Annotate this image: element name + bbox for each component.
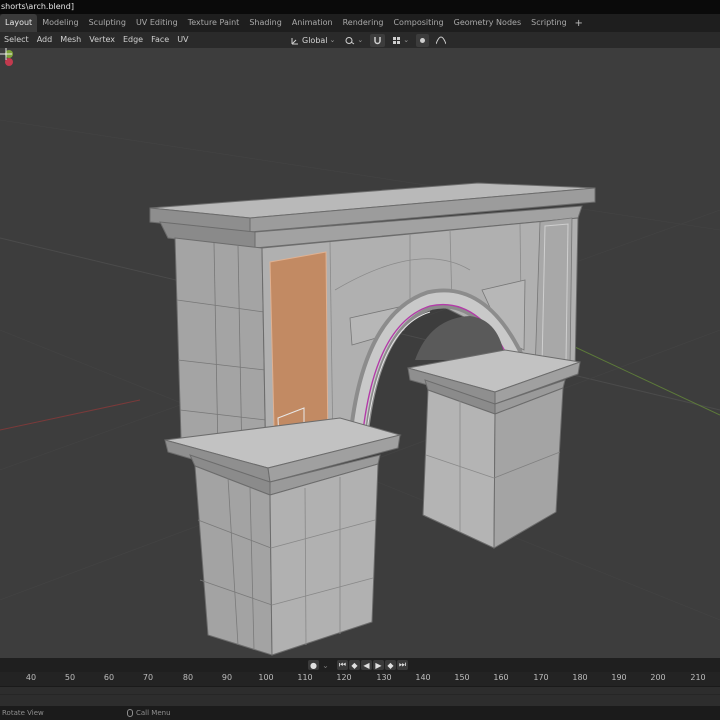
window-title: shorts\arch.blend] bbox=[0, 0, 720, 14]
snap-target-dropdown[interactable]: ⌄ bbox=[389, 34, 412, 47]
record-icon: ● bbox=[310, 660, 317, 670]
chevron-down-icon: ⌄ bbox=[329, 35, 336, 44]
frame-tick: 80 bbox=[182, 673, 194, 682]
tab-scripting[interactable]: Scripting bbox=[526, 14, 572, 32]
tab-modeling[interactable]: Modeling bbox=[37, 14, 83, 32]
prev-keyframe-icon: ◆ bbox=[351, 660, 358, 670]
chevron-down-icon: ⌄ bbox=[322, 660, 329, 670]
play-icon: ▶ bbox=[375, 660, 382, 670]
frame-tick: 200 bbox=[650, 673, 666, 682]
frame-tick: 140 bbox=[415, 673, 431, 682]
jump-start-icon: ⏮ bbox=[338, 660, 347, 669]
magnet-icon bbox=[374, 36, 382, 44]
tab-shading[interactable]: Shading bbox=[244, 14, 287, 32]
falloff-curve-icon bbox=[436, 36, 447, 44]
chevron-down-icon: ⌄ bbox=[357, 35, 364, 44]
frame-tick: 210 bbox=[690, 673, 706, 682]
tab-compositing[interactable]: Compositing bbox=[388, 14, 448, 32]
timeline-track-area[interactable] bbox=[0, 686, 720, 706]
proportional-icon bbox=[420, 37, 426, 43]
status-rotate-label: Rotate View bbox=[2, 709, 44, 717]
record-options-chevron[interactable]: ⌄ bbox=[320, 660, 331, 670]
frame-tick: 170 bbox=[533, 673, 549, 682]
status-rotate-view: Rotate View bbox=[2, 706, 44, 720]
3d-viewport[interactable] bbox=[0, 48, 720, 658]
transform-orientation-dropdown[interactable]: Global ⌄ bbox=[288, 34, 338, 47]
frame-tick: 50 bbox=[64, 673, 76, 682]
viewport-scene bbox=[0, 119, 720, 656]
frame-tick: 120 bbox=[336, 673, 352, 682]
workspace-tabs: Layout Modeling Sculpting UV Editing Tex… bbox=[0, 14, 720, 32]
tab-rendering[interactable]: Rendering bbox=[338, 14, 389, 32]
menu-mesh[interactable]: Mesh bbox=[56, 32, 85, 48]
pivot-point-dropdown[interactable]: ⌄ bbox=[342, 34, 366, 47]
frame-tick: 110 bbox=[297, 673, 313, 682]
jump-end-button[interactable]: ⏭ bbox=[397, 660, 408, 670]
next-keyframe-button[interactable]: ◆ bbox=[385, 660, 396, 670]
chevron-down-icon: ⌄ bbox=[403, 35, 410, 44]
frame-tick: 70 bbox=[142, 673, 154, 682]
transform-orientation-label: Global bbox=[302, 35, 328, 45]
tab-layout[interactable]: Layout bbox=[0, 14, 38, 32]
tab-animation[interactable]: Animation bbox=[287, 14, 338, 32]
menu-face[interactable]: Face bbox=[147, 32, 173, 48]
tab-sculpting[interactable]: Sculpting bbox=[84, 14, 131, 32]
viewport-header-tools: Global ⌄ ⌄ ⌄ bbox=[288, 32, 449, 48]
cursor-crosshair-icon bbox=[0, 48, 12, 60]
frame-tick: 60 bbox=[103, 673, 115, 682]
mouse-icon bbox=[127, 709, 133, 717]
frame-tick: 40 bbox=[25, 673, 37, 682]
prev-keyframe-button[interactable]: ◆ bbox=[349, 660, 360, 670]
status-bar: Rotate View Call Menu bbox=[0, 706, 720, 720]
tab-uv-editing[interactable]: UV Editing bbox=[131, 14, 183, 32]
menu-uv[interactable]: UV bbox=[173, 32, 192, 48]
x-axis-line bbox=[0, 399, 141, 431]
play-reverse-icon: ◀ bbox=[363, 660, 370, 670]
play-button[interactable]: ▶ bbox=[373, 660, 384, 670]
frame-tick: 180 bbox=[572, 673, 588, 682]
track-divider bbox=[0, 694, 720, 695]
tab-texture-paint[interactable]: Texture Paint bbox=[183, 14, 245, 32]
transform-orientation-icon bbox=[291, 37, 298, 44]
grid-snap-icon bbox=[393, 36, 401, 44]
frame-tick: 190 bbox=[611, 673, 627, 682]
menu-add[interactable]: Add bbox=[33, 32, 57, 48]
status-call-menu: Call Menu bbox=[127, 706, 171, 720]
status-call-menu-label: Call Menu bbox=[136, 709, 171, 717]
viewport-header: Select Add Mesh Vertex Edge Face UV Glob… bbox=[0, 32, 720, 48]
frame-tick: 160 bbox=[493, 673, 509, 682]
menu-vertex[interactable]: Vertex bbox=[85, 32, 119, 48]
next-keyframe-icon: ◆ bbox=[387, 660, 394, 670]
menu-select[interactable]: Select bbox=[0, 32, 33, 48]
add-workspace-button[interactable]: + bbox=[572, 18, 586, 29]
falloff-dropdown[interactable] bbox=[433, 34, 449, 47]
menu-edge[interactable]: Edge bbox=[119, 32, 147, 48]
tab-geometry-nodes[interactable]: Geometry Nodes bbox=[449, 14, 526, 32]
play-reverse-button[interactable]: ◀ bbox=[361, 660, 372, 670]
frame-tick: 150 bbox=[454, 673, 470, 682]
jump-end-icon: ⏭ bbox=[398, 660, 407, 669]
proportional-edit-toggle[interactable] bbox=[416, 33, 430, 47]
record-button[interactable]: ● bbox=[308, 660, 319, 670]
arch-mesh[interactable] bbox=[149, 182, 596, 656]
frame-tick: 130 bbox=[376, 673, 392, 682]
snap-toggle[interactable] bbox=[370, 33, 386, 47]
snap-icon bbox=[345, 36, 355, 44]
timeline-playback-bar: ● ⌄ ⏮ ◆ ◀ ▶ ◆ ⏭ bbox=[0, 658, 720, 672]
frame-tick: 100 bbox=[258, 673, 274, 682]
jump-start-button[interactable]: ⏮ bbox=[337, 660, 348, 670]
frame-tick: 90 bbox=[221, 673, 233, 682]
timeline-ruler[interactable]: 40 50 60 70 80 90 100 110 120 130 140 15… bbox=[0, 672, 720, 686]
